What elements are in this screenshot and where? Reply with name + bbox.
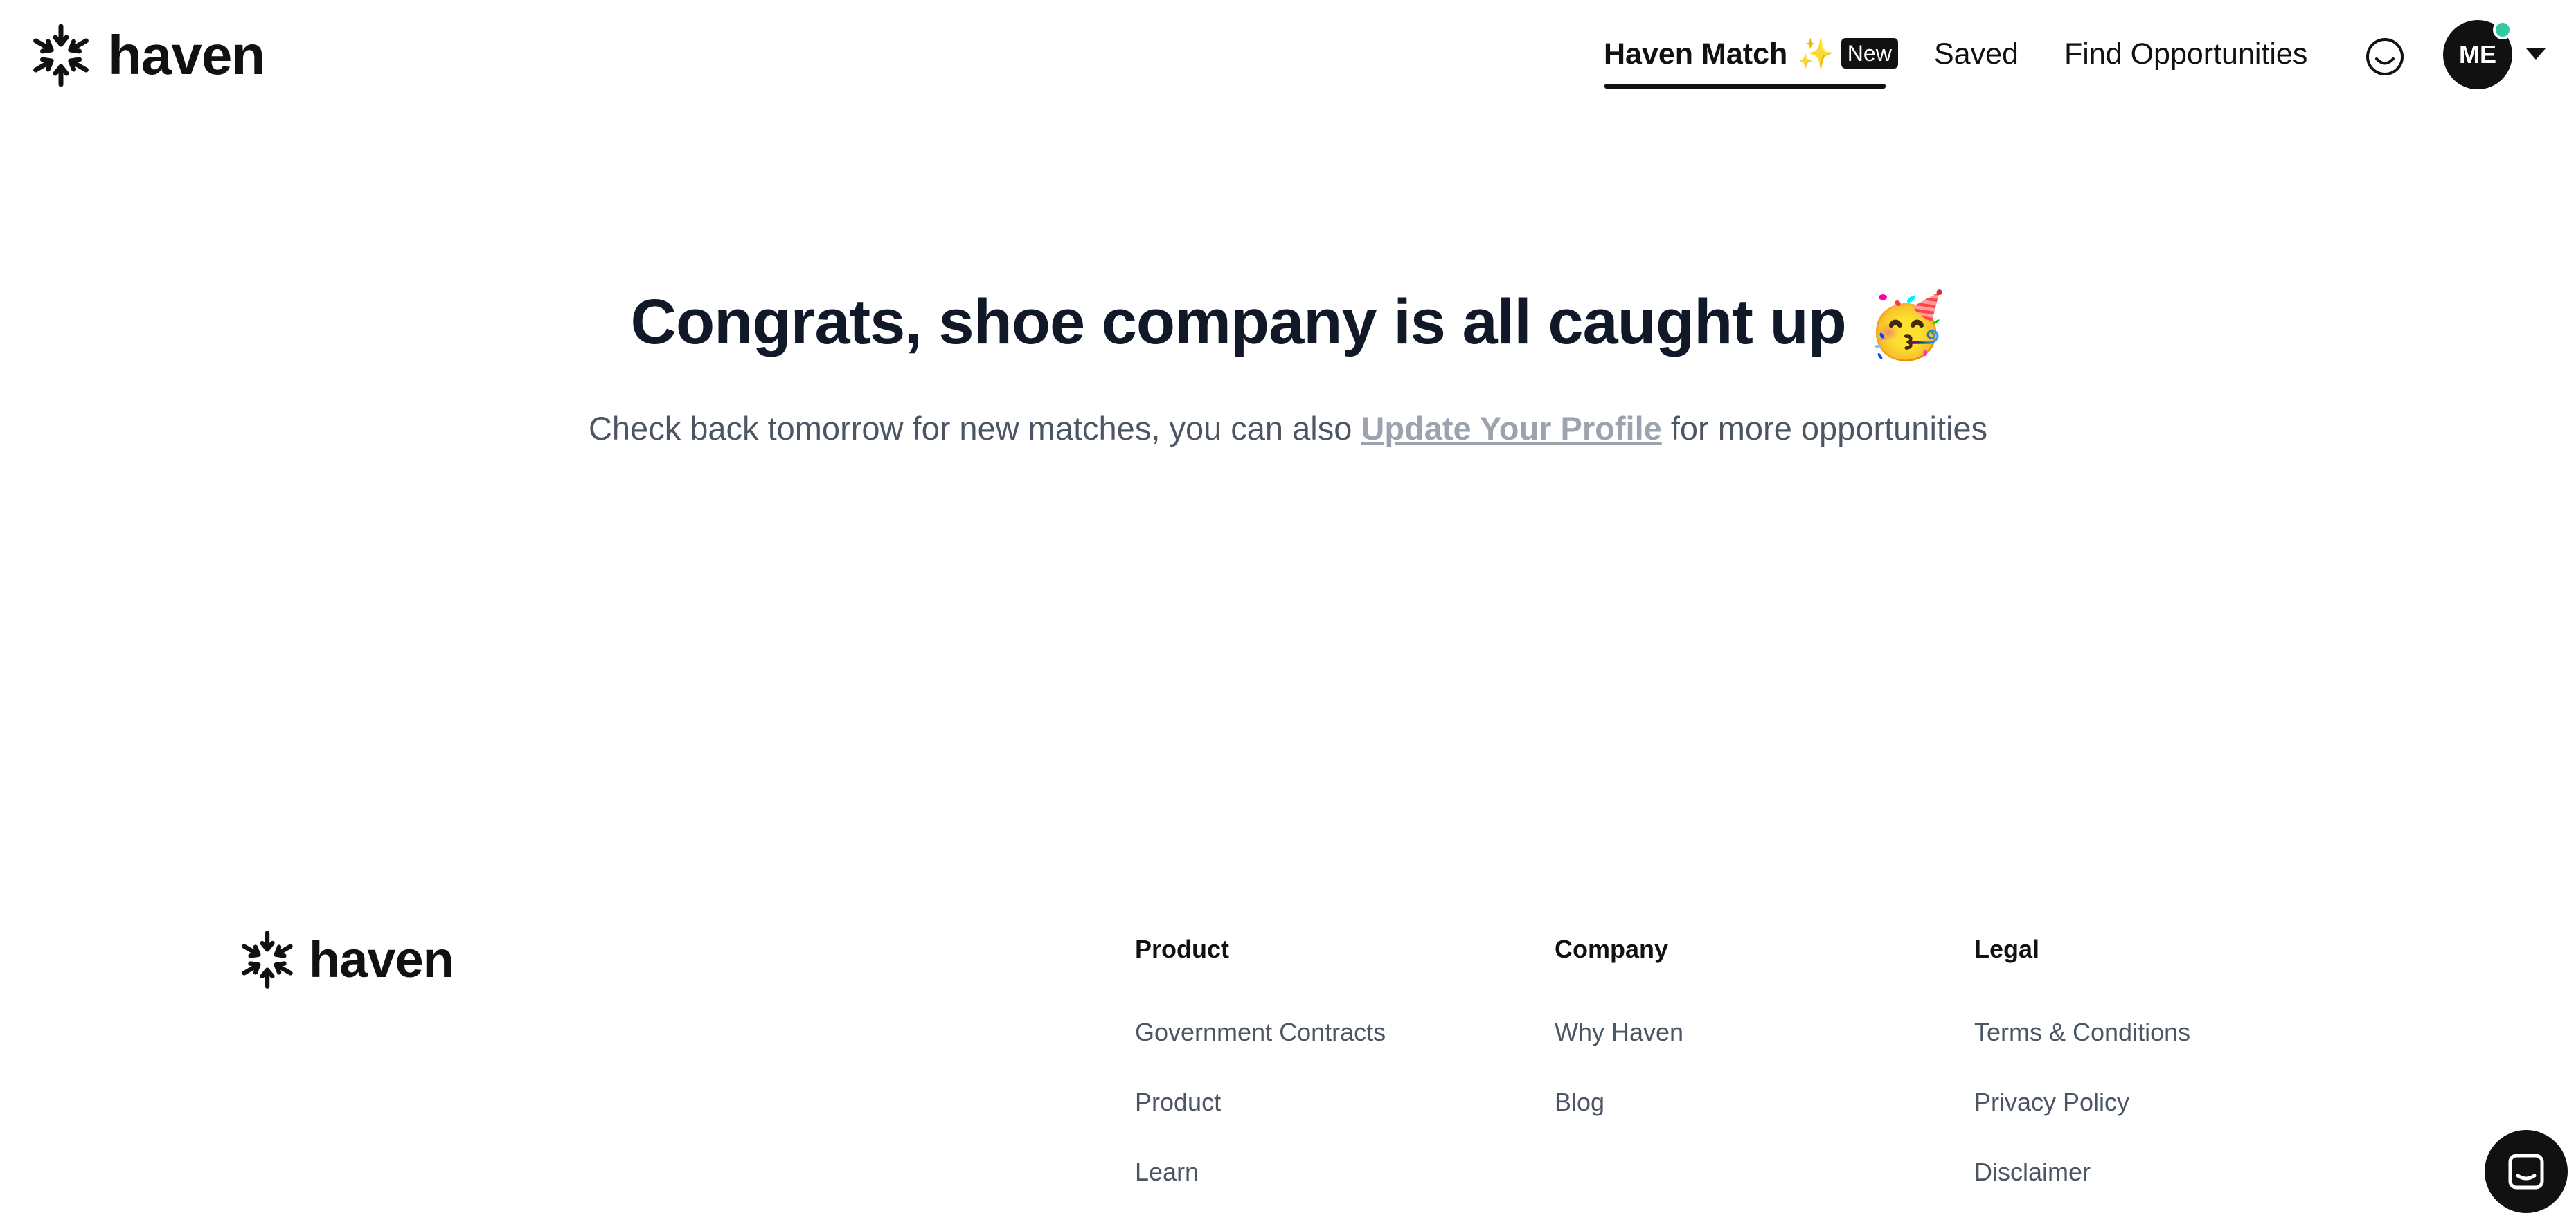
party-face-icon: 🥳 (1866, 291, 1947, 361)
footer-link-terms[interactable]: Terms & Conditions (1974, 1014, 2190, 1050)
active-tab-underline (1604, 84, 1886, 89)
footer-link-why-haven[interactable]: Why Haven (1555, 1014, 1683, 1050)
footer-column-legal: Legal Terms & Conditions Privacy Policy … (1974, 931, 2190, 1190)
online-status-dot (2493, 20, 2512, 39)
footer-link-product[interactable]: Product (1135, 1084, 1386, 1120)
page: haven Haven Match ✨ New Saved Find Opportu… (0, 0, 2576, 1229)
footer-logo[interactable]: haven (235, 928, 454, 992)
nav-saved[interactable]: Saved (1934, 33, 2019, 75)
footer-link-learn[interactable]: Learn (1135, 1154, 1386, 1190)
subtitle-before: Check back tomorrow for new matches, you… (588, 410, 1361, 447)
footer-link-disclaimer[interactable]: Disclaimer (1974, 1154, 2190, 1190)
chat-icon (2508, 1154, 2544, 1190)
footer-column-company: Company Why Haven Blog (1555, 931, 1683, 1120)
update-profile-link[interactable]: Update Your Profile (1361, 410, 1661, 447)
caret-down-icon[interactable] (2526, 48, 2546, 60)
starburst-icon (33, 24, 89, 87)
footer-heading-company: Company (1555, 935, 1669, 963)
footer-link-government-contracts[interactable]: Government Contracts (1135, 1014, 1386, 1050)
nav-haven-match-label: Haven Match (1604, 37, 1788, 71)
header-logo[interactable]: haven (26, 21, 265, 90)
page-title: Congrats, shoe company is all caught up 🥳 (0, 277, 2576, 371)
footer-heading-legal: Legal (1974, 935, 2040, 963)
page-subtitle: Check back tomorrow for new matches, you… (0, 404, 2576, 453)
new-badge: New (1841, 38, 1898, 69)
footer-logo-text: haven (309, 931, 454, 988)
nav-find-opportunities[interactable]: Find Opportunities (2064, 33, 2307, 75)
avatar[interactable]: ME (2443, 20, 2512, 89)
footer-column-product: Product Government Contracts Product Lea… (1135, 931, 1386, 1190)
sparkle-icon: ✨ (1797, 37, 1834, 71)
subtitle-after: for more opportunities (1661, 410, 1988, 447)
starburst-icon (242, 931, 293, 989)
footer-link-privacy[interactable]: Privacy Policy (1974, 1084, 2190, 1120)
page-title-text: Congrats, shoe company is all caught up (630, 287, 1847, 357)
footer-heading-product: Product (1135, 935, 1230, 963)
smiley-icon[interactable] (2364, 36, 2406, 78)
footer-link-blog[interactable]: Blog (1555, 1084, 1683, 1120)
chat-launcher-button[interactable] (2485, 1130, 2568, 1213)
avatar-initials: ME (2459, 40, 2496, 69)
nav-haven-match[interactable]: Haven Match ✨ New (1604, 33, 1898, 75)
logo-text: haven (108, 24, 265, 86)
